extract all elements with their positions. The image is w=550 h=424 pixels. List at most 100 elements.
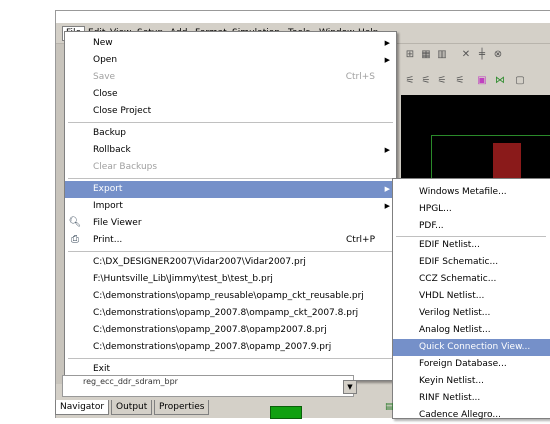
- menu-item-rollback[interactable]: Rollback ▶: [65, 142, 396, 159]
- menu-item-label: Open: [93, 55, 118, 65]
- menu-item-open[interactable]: Open ▶: [65, 52, 396, 69]
- submenu-item-label: Windows Metafile...: [419, 187, 507, 197]
- submenu-item-label: VHDL Netlist...: [419, 291, 485, 301]
- menu-item-backup[interactable]: Backup: [65, 125, 396, 142]
- menu-item-label: Export: [93, 184, 123, 194]
- export-submenu: Windows Metafile... HPGL... PDF... EDIF …: [392, 178, 550, 420]
- menu-item-new[interactable]: New ▶: [65, 35, 396, 52]
- menu-separator: [68, 358, 393, 359]
- menu-item-close[interactable]: Close: [65, 86, 396, 103]
- align-icon[interactable]: ⊞: [403, 48, 417, 62]
- menu-item-label: Save: [93, 72, 116, 82]
- menu-item-save: Save Ctrl+S: [65, 69, 396, 86]
- zoom-icon[interactable]: ⚟: [403, 74, 417, 88]
- recent-project-6[interactable]: C:\demonstrations\opamp_2007.8\opamp_200…: [65, 339, 396, 356]
- tree-item[interactable]: reg_ecc_ddr_sdram_bpr: [83, 376, 178, 387]
- menu-item-label: C:\demonstrations\opamp_2007.8\opamp_200…: [93, 342, 332, 352]
- submenu-item-label: PDF...: [419, 221, 444, 231]
- menu-separator: [68, 178, 393, 179]
- submenu-item-label: RINF Netlist...: [419, 393, 481, 403]
- grid-icon[interactable]: ▦: [419, 48, 433, 62]
- export-edif-netlist[interactable]: EDIF Netlist...: [393, 237, 550, 254]
- submenu-arrow-icon: ▶: [384, 202, 390, 210]
- submenu-item-label: EDIF Schematic...: [419, 257, 499, 267]
- highlight-icon[interactable]: ▣: [475, 74, 489, 88]
- net-icon[interactable]: ⋈: [493, 74, 507, 88]
- menu-item-label: Rollback: [93, 145, 131, 155]
- project-tree[interactable]: reg_ecc_ddr_sdram_bpr ▼: [62, 375, 357, 397]
- export-keyin-netlist[interactable]: Keyin Netlist...: [393, 373, 550, 390]
- toolbar-top: ⊞ ▦ ▥ ✕ ╪ ⊗: [401, 44, 550, 66]
- tab-properties[interactable]: Properties: [154, 400, 210, 415]
- menu-item-label: Print...: [93, 235, 123, 245]
- menu-shortcut: Ctrl+P: [346, 235, 375, 245]
- toolbar-second: ⚟ ⚟ ⚟ ⚟ ▣ ⋈ ▢: [401, 69, 550, 93]
- status-indicator: [270, 406, 302, 419]
- menu-separator: [68, 122, 393, 123]
- menu-item-import[interactable]: Import ▶: [65, 198, 396, 215]
- export-quick-connection-view[interactable]: Quick Connection View...: [393, 339, 550, 356]
- chevron-down-icon[interactable]: ▼: [343, 380, 357, 394]
- recent-project-3[interactable]: C:\demonstrations\opamp_reusable\opamp_c…: [65, 288, 396, 305]
- tab-navigator[interactable]: Navigator: [55, 400, 110, 415]
- submenu-item-label: Keyin Netlist...: [419, 376, 484, 386]
- recent-project-1[interactable]: C:\DX_DESIGNER2007\Vidar2007\Vidar2007.p…: [65, 254, 396, 271]
- recent-project-5[interactable]: C:\demonstrations\opamp_2007.8\opamp2007…: [65, 322, 396, 339]
- menu-item-label: C:\demonstrations\opamp_2007.8\ompamp_ck…: [93, 308, 359, 318]
- schematic-canvas[interactable]: [401, 95, 550, 187]
- zoom-out-icon[interactable]: ⚟: [435, 74, 449, 88]
- export-windows-metafile[interactable]: Windows Metafile...: [393, 184, 550, 201]
- export-rinf-netlist[interactable]: RINF Netlist...: [393, 390, 550, 407]
- menu-item-label: Close Project: [93, 106, 152, 116]
- menu-item-label: Import: [93, 201, 123, 211]
- menu-item-label: File Viewer: [93, 218, 142, 228]
- view-icon[interactable]: ▤: [385, 402, 395, 414]
- zoom-in-icon[interactable]: ⚟: [419, 74, 433, 88]
- recent-project-4[interactable]: C:\demonstrations\opamp_2007.8\ompamp_ck…: [65, 305, 396, 322]
- menu-item-label: Backup: [93, 128, 126, 138]
- printer-icon: ⎙: [71, 234, 79, 245]
- tab-output[interactable]: Output: [111, 400, 153, 415]
- fit-icon[interactable]: ⚟: [453, 74, 467, 88]
- title-strip: [56, 11, 550, 23]
- recent-project-2[interactable]: F:\Huntsville_Lib\Jimmy\test_b\test_b.pr…: [65, 271, 396, 288]
- file-viewer-icon: 🔍︎: [68, 217, 82, 228]
- submenu-item-label: Foreign Database...: [419, 359, 507, 369]
- bus-icon[interactable]: ╪: [475, 48, 489, 62]
- probe-icon[interactable]: ⊗: [491, 48, 505, 62]
- submenu-item-label: EDIF Netlist...: [419, 240, 480, 250]
- submenu-item-label: HPGL...: [419, 204, 452, 214]
- submenu-item-label: Quick Connection View...: [419, 342, 531, 352]
- export-hpgl[interactable]: HPGL...: [393, 201, 550, 218]
- file-menu: New ▶ Open ▶ Save Ctrl+S Close Close Projec…: [64, 31, 397, 381]
- export-pdf[interactable]: PDF...: [393, 218, 550, 235]
- menu-item-file-viewer[interactable]: 🔍︎ File Viewer: [65, 215, 396, 232]
- export-ccz-schematic[interactable]: CCZ Schematic...: [393, 271, 550, 288]
- menu-item-label: C:\demonstrations\opamp_2007.8\opamp2007…: [93, 325, 327, 335]
- export-foreign-database[interactable]: Foreign Database...: [393, 356, 550, 373]
- export-edif-schematic[interactable]: EDIF Schematic...: [393, 254, 550, 271]
- export-verilog-netlist[interactable]: Verilog Netlist...: [393, 305, 550, 322]
- menu-item-close-project[interactable]: Close Project: [65, 103, 396, 120]
- submenu-item-label: Analog Netlist...: [419, 325, 491, 335]
- menu-item-label: New: [93, 38, 113, 48]
- library-icon[interactable]: ▥: [435, 48, 449, 62]
- submenu-arrow-icon: ▶: [384, 146, 390, 154]
- panel-tabs: Navigator Output Properties: [55, 400, 385, 417]
- menu-item-label: C:\demonstrations\opamp_reusable\opamp_c…: [93, 291, 364, 301]
- export-vhdl-netlist[interactable]: VHDL Netlist...: [393, 288, 550, 305]
- export-cadence-allegro[interactable]: Cadence Allegro...: [393, 407, 550, 424]
- submenu-arrow-icon: ▶: [384, 39, 390, 47]
- menu-item-print[interactable]: ⎙ Print... Ctrl+P: [65, 232, 396, 249]
- submenu-arrow-icon: ▶: [384, 56, 390, 64]
- submenu-arrow-icon: ▶: [384, 185, 390, 193]
- select-icon[interactable]: ▢: [513, 74, 527, 88]
- menu-item-label: F:\Huntsville_Lib\Jimmy\test_b\test_b.pr…: [93, 274, 273, 284]
- export-analog-netlist[interactable]: Analog Netlist...: [393, 322, 550, 339]
- menu-item-label: C:\DX_DESIGNER2007\Vidar2007\Vidar2007.p…: [93, 257, 306, 267]
- submenu-item-label: CCZ Schematic...: [419, 274, 497, 284]
- cross-icon[interactable]: ✕: [459, 48, 473, 62]
- menu-item-export[interactable]: Export ▶: [65, 181, 396, 198]
- menu-separator: [68, 251, 393, 252]
- menu-shortcut: Ctrl+S: [345, 72, 375, 82]
